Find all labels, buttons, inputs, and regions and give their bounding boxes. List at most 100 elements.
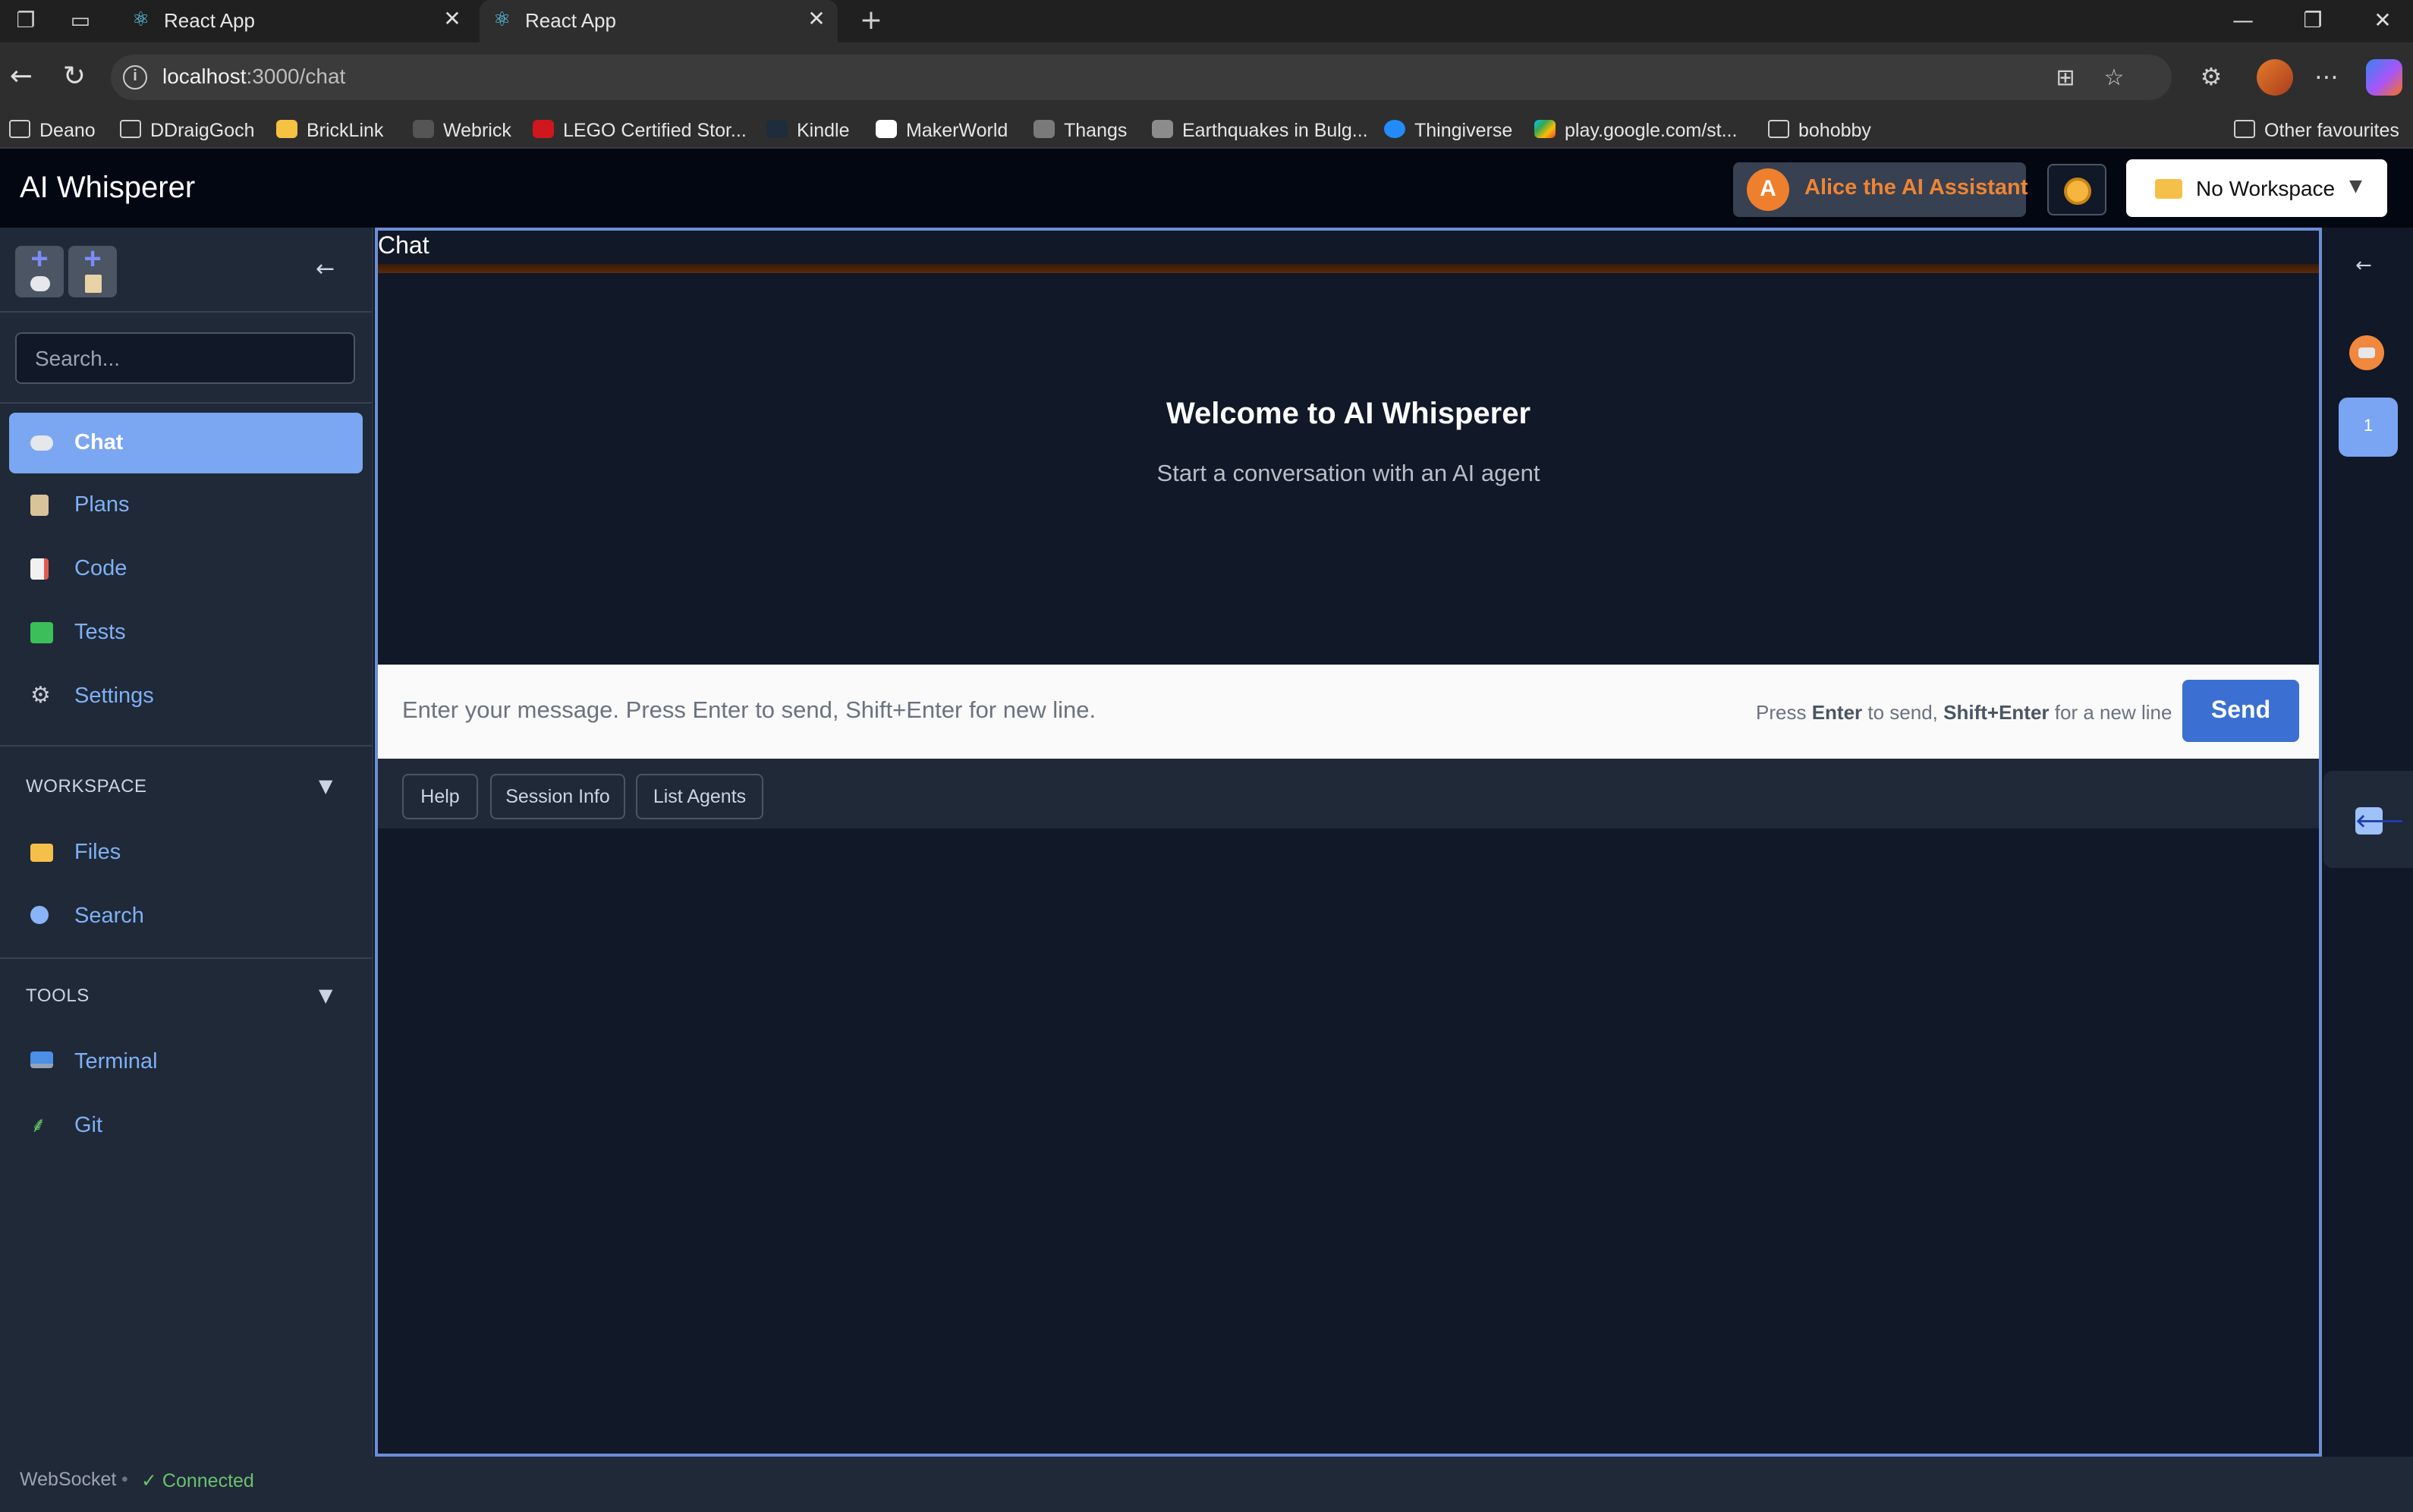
robot-face <box>2358 347 2375 358</box>
divider <box>0 402 372 404</box>
bookmark-other-favourites[interactable]: Other favourites <box>2234 117 2399 144</box>
folder-icon <box>9 120 30 138</box>
divider <box>0 745 372 747</box>
lego-icon <box>533 120 554 138</box>
panel-header-strip <box>378 264 2319 273</box>
chevron-down-icon[interactable]: ▼ <box>319 985 332 1006</box>
browser-tab[interactable]: ⚛ React App ✕ <box>118 0 473 42</box>
bookmark-folder[interactable]: DDraigGoch <box>120 117 255 144</box>
react-logo-icon: ⚛ <box>132 9 150 32</box>
robot-agent-icon[interactable] <box>2349 335 2384 370</box>
chat-bubble-icon <box>30 435 53 451</box>
clipboard-icon <box>30 495 49 516</box>
webrick-icon <box>413 120 434 138</box>
sidebar-item-label: Plans <box>74 493 130 517</box>
right-panel-toggle[interactable]: 🡐 <box>2323 771 2413 868</box>
google-play-icon <box>1534 120 1556 138</box>
copilot-icon[interactable] <box>2366 59 2402 96</box>
browser-tab-bar: ❐ ▭ ⚛ React App ✕ ⚛ React App ✕ + — ❐ ✕ <box>0 0 2413 42</box>
workspace-label: No Workspace <box>2196 176 2336 200</box>
profile-avatar-icon[interactable] <box>2257 59 2293 96</box>
divider <box>0 957 372 959</box>
bricklink-icon <box>276 120 297 138</box>
quick-actions-bar: Help Session Info List Agents <box>378 759 2319 828</box>
app-title: AI Whisperer <box>20 171 196 205</box>
chevron-down-icon[interactable]: ▼ <box>319 775 332 797</box>
theme-toggle-button[interactable] <box>2047 164 2106 215</box>
arrow-left-box-icon: 🡐 <box>2355 807 2404 835</box>
bookmark-link[interactable]: Webrick <box>413 117 511 144</box>
back-icon[interactable]: ← <box>5 61 38 94</box>
clipboard-icon <box>85 275 102 293</box>
session-info-button[interactable]: Session Info <box>490 774 625 819</box>
current-agent-button[interactable]: A Alice the AI Assistant <box>1733 162 2028 217</box>
send-button[interactable]: Send <box>2182 680 2299 742</box>
sidebar-item-label: Settings <box>74 684 154 709</box>
status-bar: WebSocket • ✓ Connected <box>0 1457 2413 1512</box>
sidebar-item-chat[interactable]: Chat <box>9 413 363 473</box>
bookmarks-bar: Deano DDraigGoch BrickLink Webrick LEGO … <box>0 112 2413 149</box>
bookmark-link[interactable]: Kindle <box>766 117 850 144</box>
welcome-subtitle: Start a conversation with an AI agent <box>1156 461 1540 487</box>
favorite-star-icon[interactable]: ☆ <box>2099 62 2129 93</box>
bookmark-link[interactable]: BrickLink <box>276 117 383 144</box>
agent-count-badge[interactable]: 1 <box>2339 398 2398 457</box>
sidebar-item-settings[interactable]: ⚙ Settings <box>9 666 363 727</box>
new-plan-button[interactable]: + <box>68 243 117 297</box>
bookmark-link[interactable]: bohobby <box>1768 117 1871 144</box>
extensions-icon[interactable]: ⚙ <box>2196 62 2226 93</box>
sidebar-item-tests[interactable]: Tests <box>9 602 363 663</box>
workspace-section-header[interactable]: WORKSPACE <box>26 775 147 797</box>
agent-avatar: A <box>1747 168 1789 211</box>
sidebar-item-code[interactable]: Code <box>9 539 363 599</box>
sidebar-item-files[interactable]: Files <box>9 822 363 883</box>
help-button[interactable]: Help <box>402 774 478 819</box>
sidebar-item-search[interactable]: Search <box>9 886 363 947</box>
bookmark-link[interactable]: Earthquakes in Bulg... <box>1152 117 1368 144</box>
welcome-title: Welcome to AI Whisperer <box>1166 398 1531 431</box>
collapse-right-panel-icon[interactable]: ← <box>2355 255 2372 278</box>
bookmark-link[interactable]: play.google.com/st... <box>1534 117 1737 144</box>
tab-title: React App <box>164 9 255 32</box>
bookmark-link[interactable]: Thangs <box>1033 117 1127 144</box>
bookmark-link[interactable]: Thingiverse <box>1384 117 1512 144</box>
address-bar[interactable]: i localhost:3000/chat ⊞ ☆ <box>111 55 2172 100</box>
tab-actions-icon[interactable]: ▭ <box>67 8 94 35</box>
url-text: localhost:3000/chat <box>162 64 346 88</box>
minimize-icon[interactable]: — <box>2208 3 2278 39</box>
bookmark-folder[interactable]: Deano <box>9 117 96 144</box>
reload-icon[interactable]: ↻ <box>58 61 91 94</box>
monitor-icon <box>30 1051 53 1068</box>
sidebar-search-input[interactable] <box>15 332 355 384</box>
sidebar-item-terminal[interactable]: Terminal <box>9 1032 363 1092</box>
collapse-sidebar-icon[interactable]: ← <box>316 255 335 282</box>
workspace-selector[interactable]: No Workspace ▼ <box>2126 159 2387 217</box>
branch-icon: ⸙ <box>30 1114 46 1138</box>
folder-icon <box>120 120 141 138</box>
sidebar-item-label: Terminal <box>74 1050 158 1074</box>
more-menu-icon[interactable]: ⋯ <box>2311 62 2342 93</box>
tools-section-header[interactable]: TOOLS <box>26 985 90 1006</box>
sidebar-item-label: Files <box>74 841 121 865</box>
sidebar-item-plans[interactable]: Plans <box>9 475 363 536</box>
chat-bubble-icon <box>30 276 50 291</box>
document-icon <box>30 558 49 580</box>
browser-tab-active[interactable]: ⚛ React App ✕ <box>480 0 838 42</box>
close-tab-icon[interactable]: ✕ <box>804 8 829 32</box>
sidebar-item-label: Code <box>74 557 127 581</box>
new-tab-icon[interactable]: + <box>857 7 885 35</box>
sidebar-item-git[interactable]: ⸙ Git <box>9 1095 363 1156</box>
list-agents-button[interactable]: List Agents <box>636 774 763 819</box>
restore-icon[interactable]: ❐ <box>2278 3 2348 39</box>
sidebar-item-label: Git <box>74 1114 103 1138</box>
folder-icon <box>2155 179 2182 199</box>
workspaces-icon[interactable]: ❐ <box>12 8 39 35</box>
checkbox-icon <box>30 622 53 643</box>
new-chat-button[interactable]: + <box>15 243 64 297</box>
close-tab-icon[interactable]: ✕ <box>440 8 464 32</box>
app-available-icon[interactable]: ⊞ <box>2050 62 2081 93</box>
close-window-icon[interactable]: ✕ <box>2348 3 2413 39</box>
bookmark-link[interactable]: MakerWorld <box>876 117 1008 144</box>
bookmark-link[interactable]: LEGO Certified Stor... <box>533 117 747 144</box>
site-info-icon[interactable]: i <box>123 65 147 90</box>
